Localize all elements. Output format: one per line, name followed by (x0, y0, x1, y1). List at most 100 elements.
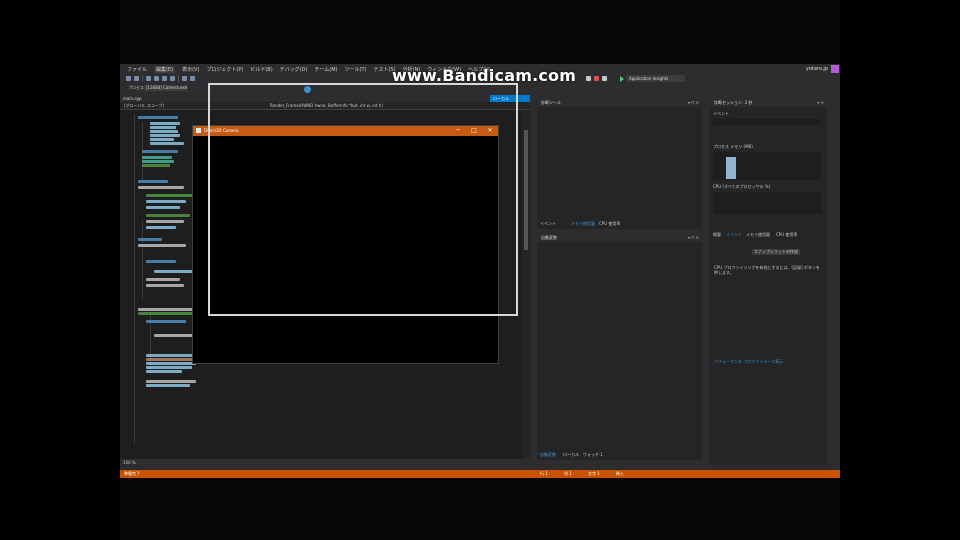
scope-dropdown[interactable]: (グローバル スコープ) (124, 103, 164, 108)
editor-zoom-level[interactable]: 100 % (120, 459, 530, 467)
code-line (138, 116, 178, 119)
status-insert: 挿入 (616, 471, 624, 476)
toolbar-separator (178, 75, 179, 82)
panel-close-icon[interactable]: ▾ ✕ (817, 99, 824, 107)
code-line (150, 130, 178, 133)
code-line (146, 362, 196, 365)
panel-pin-icon[interactable]: ▾ ⊓ ✕ (688, 99, 699, 107)
memory-row: プロセス メモリ (MB) (713, 144, 753, 149)
panel-title-text: 診断セッション: 3 秒 (714, 100, 753, 105)
tab-summary[interactable]: 概要 (713, 232, 721, 238)
menu-view[interactable]: 表示(V) (182, 66, 199, 73)
status-column: 列 1 (564, 471, 572, 476)
menu-team[interactable]: チーム(M) (314, 66, 337, 73)
mouse-cursor-icon (304, 86, 311, 93)
save-all-icon[interactable] (170, 76, 175, 81)
forward-icon[interactable] (134, 76, 139, 81)
redo-icon[interactable] (190, 76, 195, 81)
code-line (142, 160, 174, 163)
tab-main-cpp[interactable]: main.cpp (120, 95, 145, 102)
continue-icon[interactable] (620, 76, 624, 82)
tab-watch1[interactable]: ウォッチ 1 (583, 452, 603, 458)
code-line (146, 284, 184, 287)
status-bar: 準備完了 行 1 列 1 文字 1 挿入 (120, 470, 840, 478)
restart-icon[interactable] (602, 76, 607, 81)
tab-memory[interactable]: メモリ使用量 (746, 232, 770, 238)
save-icon[interactable] (162, 76, 167, 81)
panel-title-text: 自動変数 (541, 235, 557, 240)
code-line (146, 370, 182, 373)
status-char: 文字 1 (588, 471, 600, 476)
tab-cpu[interactable]: CPU 使用率 (776, 232, 797, 238)
code-line (150, 142, 184, 145)
visual-studio-logo-icon (831, 65, 839, 73)
tab-events[interactable]: イベント (726, 232, 742, 238)
code-line (150, 126, 176, 129)
code-line (150, 134, 180, 137)
indent-guide (134, 114, 135, 444)
menu-project[interactable]: プロジェクト(P) (206, 66, 243, 73)
events-row: イベント (713, 111, 729, 116)
code-line (146, 194, 196, 197)
panel-title-text: 診断ツール (541, 100, 561, 105)
tab-events[interactable]: イベント (540, 221, 556, 227)
process-label: プロセス: (128, 85, 146, 90)
tab-memory-usage[interactable]: メモリ使用量 (571, 221, 595, 227)
pause-icon[interactable] (586, 76, 591, 81)
code-line (154, 270, 196, 273)
cpu-graph (713, 192, 821, 214)
code-line (146, 226, 176, 229)
code-line (142, 156, 172, 159)
code-line (146, 320, 186, 323)
code-line (138, 186, 184, 189)
toolbar-separator (142, 75, 143, 82)
code-line (146, 278, 180, 281)
code-line (138, 238, 162, 241)
tab-autos[interactable]: 自動変数 (540, 452, 556, 458)
autos-title: 自動変数 ▾ ⊓ ✕ (537, 234, 702, 242)
tab-cpu-usage[interactable]: CPU 使用率 (599, 221, 620, 227)
indent-guide (150, 310, 151, 370)
editor-vertical-scrollbar[interactable] (522, 110, 530, 459)
code-line (146, 260, 176, 263)
menu-tools[interactable]: ツール(T) (345, 66, 367, 73)
code-line (146, 380, 196, 383)
code-line (146, 366, 192, 369)
application-insights-button[interactable]: Application Insights (626, 75, 685, 82)
open-icon[interactable] (154, 76, 159, 81)
menu-file[interactable]: ファイル (127, 66, 147, 73)
diagnostic-session-panel: 診断セッション: 3 秒 ▾ ✕ イベント プロセス メモリ (MB) CPU (… (710, 99, 827, 465)
diagnostic-tools-panel: 診断ツール ▾ ⊓ ✕ イベント メモリ使用量 CPU 使用率 (537, 99, 702, 229)
back-icon[interactable] (126, 76, 131, 81)
indent-guide (142, 220, 143, 300)
code-line (138, 244, 186, 247)
session-title: 診断セッション: 3 秒 ▾ ✕ (710, 99, 827, 107)
status-ready: 準備完了 (124, 471, 140, 476)
perf-profiler-link[interactable]: パフォーマンス プロファイラーで表示 (714, 359, 822, 364)
new-file-icon[interactable] (146, 76, 151, 81)
events-track (713, 119, 821, 125)
menu-edit[interactable]: 編集(E) (154, 65, 176, 73)
scrollbar-thumb[interactable] (524, 130, 528, 250)
user-profile[interactable]: yotaro.jp (806, 66, 828, 72)
code-line (150, 122, 180, 125)
stop-icon[interactable] (594, 76, 599, 81)
code-line (138, 180, 168, 183)
autos-panel: 自動変数 ▾ ⊓ ✕ 自動変数 ローカル ウォッチ 1 (537, 234, 702, 460)
tab-locals[interactable]: ローカル (563, 452, 579, 458)
menu-debug[interactable]: デバッグ(D) (280, 66, 308, 73)
status-line: 行 1 (540, 471, 548, 476)
code-line (146, 214, 190, 217)
diagnostic-tools-title: 診断ツール ▾ ⊓ ✕ (537, 99, 702, 107)
process-dropdown[interactable]: [13484] Camera.exe (144, 85, 188, 91)
code-line (146, 384, 190, 387)
code-line (150, 138, 174, 141)
menu-build[interactable]: ビルド(B) (250, 66, 272, 73)
code-line (142, 164, 170, 167)
video-frame: ファイル 編集(E) 表示(V) プロジェクト(P) ビルド(B) デバッグ(D… (120, 0, 840, 540)
zoom-label: 100 % (123, 460, 136, 465)
panel-close-icon[interactable]: ▾ ⊓ ✕ (688, 234, 699, 242)
code-line (146, 220, 184, 223)
snapshot-button[interactable]: スナップショットの作成 (752, 249, 800, 255)
undo-icon[interactable] (182, 76, 187, 81)
